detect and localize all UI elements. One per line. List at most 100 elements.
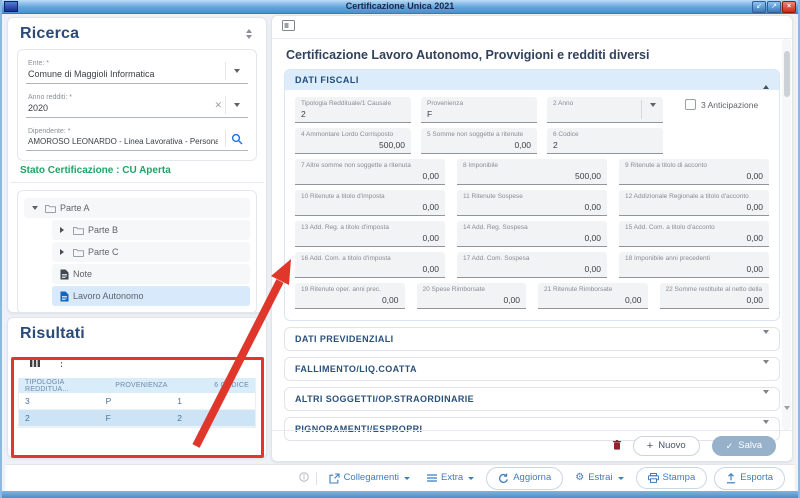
fiscal-field-tipologia-reddituale-1-causale[interactable]: Tipologia Reddituale/1 Causale2 — [295, 97, 411, 123]
check-icon: ✓ — [726, 442, 734, 451]
window-close-icon[interactable]: × — [782, 1, 796, 13]
esporta-button[interactable]: Esporta — [714, 467, 785, 490]
fiscal-field-10-ritenute-a-titolo-d-imposta[interactable]: 10 Ritenute a titolo d'imposta0,00 — [295, 190, 445, 216]
extra-button[interactable]: Extra — [422, 470, 479, 486]
caret-right-icon[interactable] — [60, 249, 73, 255]
tree-item-lavoro-autonomo[interactable]: Lavoro Autonomo — [52, 286, 250, 306]
ente-field[interactable]: Ente: * Comune di Maggioli Informatica — [26, 57, 248, 84]
chevron-down-icon[interactable] — [650, 107, 656, 123]
field-value: 0,00 — [666, 295, 764, 305]
menu-lines-icon — [427, 474, 437, 482]
fiscal-field-22-somme-restituite-al-netto-della-rite[interactable]: 22 Somme restituite al netto della rite.… — [660, 283, 770, 309]
column-header[interactable]: PROVENIENZA — [106, 382, 178, 389]
section-dati-previdenziali[interactable]: DATI PREVIDENZIALI — [284, 327, 780, 351]
chevron-down-icon[interactable] — [763, 334, 769, 344]
tree-item-note[interactable]: Note — [52, 264, 250, 284]
fiscal-field-provenienza[interactable]: ProvenienzaF — [421, 97, 537, 123]
fiscal-field-9-ritenute-a-titolo-di-acconto[interactable]: 9 Ritenute a titolo di acconto0,00 — [619, 159, 769, 185]
external-link-icon — [329, 473, 340, 484]
field-value: 0,00 — [301, 295, 399, 305]
dipendente-value: AMOROSO LEONARDO - Linea Lavorativa - Pe… — [28, 137, 218, 146]
dati-fiscali-header[interactable]: DATI FISCALI — [285, 70, 779, 90]
document-icon — [60, 291, 69, 302]
fiscal-field-18-imponibile-anni-precedenti[interactable]: 18 Imponibile anni precedenti0,00 — [619, 252, 769, 278]
field-value: F — [427, 109, 531, 119]
fiscal-field-12-addizionale-regionale-a-titolo-d-acconto[interactable]: 12 Addizionale Regionale a titolo d'acco… — [619, 190, 769, 216]
clear-icon[interactable]: ✕ — [214, 101, 222, 110]
fiscal-field-20-spese-rimborsate[interactable]: 20 Spese Rimborsate0,00 — [417, 283, 527, 309]
fiscal-field-17-add-com-sospesa[interactable]: 17 Add. Com. Sospesa0,00 — [457, 252, 607, 278]
scroll-down-icon[interactable] — [784, 410, 790, 428]
table-row[interactable]: 2F2 — [19, 410, 255, 427]
anno-redditi-field[interactable]: Anno redditi: * 2020 ✕ — [26, 91, 248, 118]
fiscal-field-row: 7 Altre somme non soggette a ritenuta0,0… — [295, 159, 769, 185]
field-label: 16 Add. Com. a titolo d'imposta — [301, 255, 439, 262]
fiscal-field-11-ritenute-sospese[interactable]: 11 Ritenute Sospese0,00 — [457, 190, 607, 216]
fiscal-field-13-add-reg-a-titolo-d-imposta[interactable]: 13 Add. Reg. a titolo d'imposta0,00 — [295, 221, 445, 247]
collegamenti-button[interactable]: Collegamenti — [324, 470, 415, 487]
chevron-down-icon[interactable] — [225, 62, 248, 80]
delete-icon[interactable] — [613, 437, 621, 455]
nuovo-button[interactable]: + Nuovo — [633, 436, 700, 456]
field-value: 2 — [301, 109, 405, 119]
chevron-down-icon — [468, 477, 474, 480]
salva-button[interactable]: ✓ Salva — [712, 436, 776, 456]
risultati-title: Risultati — [20, 325, 85, 343]
scrollbar-thumb[interactable] — [784, 51, 790, 97]
fiscal-field-4-ammontare-lordo-corrisposto[interactable]: 4 Ammontare Lordo Corrisposto500,00 — [295, 128, 411, 154]
search-icon[interactable] — [225, 130, 248, 147]
field-label: 5 Somme non soggette a ritenute — [427, 131, 531, 138]
tree-item-parte-a[interactable]: Parte A — [24, 198, 250, 218]
chevron-down-icon[interactable] — [763, 394, 769, 404]
fiscal-field-5-somme-non-soggette-a-ritenute[interactable]: 5 Somme non soggette a ritenute0,00 — [421, 128, 537, 154]
chevron-down-icon[interactable] — [225, 96, 248, 114]
vertical-scrollbar[interactable] — [782, 39, 791, 430]
fiscal-field-6-codice[interactable]: 6 Codice2 — [547, 128, 663, 154]
caret-down-icon[interactable] — [32, 206, 45, 210]
fiscal-field-14-add-reg-sospesa[interactable]: 14 Add. Reg. Sospesa0,00 — [457, 221, 607, 247]
window-restore-icon[interactable]: ↙ — [752, 1, 766, 13]
column-header[interactable]: 6 CODICE — [177, 382, 249, 389]
fiscal-field-19-ritenute-oper-anni-prec[interactable]: 19 Ritenute oper. anni prec. 0,00 — [295, 283, 405, 309]
field-label: 14 Add. Reg. Sospesa — [463, 224, 601, 231]
checkbox-icon[interactable] — [685, 99, 696, 110]
tree-item-parte-c[interactable]: Parte C — [52, 242, 250, 262]
fiscal-field-2-anno[interactable]: 2 Anno — [547, 97, 663, 123]
field-value: 0,00 — [423, 295, 521, 305]
fiscal-field-21-ritenute-rimborsate[interactable]: 21 Ritenute Rimborsate0,00 — [538, 283, 648, 309]
tree-item-label: Parte B — [88, 225, 118, 235]
column-header[interactable]: TIPOLOGIA REDDITUA... — [25, 379, 106, 393]
field-label: 19 Ritenute oper. anni prec. — [301, 286, 399, 293]
kebab-menu-icon[interactable]: ⋮ — [56, 358, 67, 369]
checkbox-label: 3 Anticipazione — [701, 100, 758, 110]
dati-fiscali-body: Tipologia Reddituale/1 Causale2 Provenien… — [285, 90, 779, 320]
fiscal-field-16-add-com-a-titolo-d-imposta[interactable]: 16 Add. Com. a titolo d'imposta0,00 — [295, 252, 445, 278]
collapse-panel-icon[interactable] — [282, 18, 295, 36]
field-value: 500,00 — [463, 171, 601, 181]
chevron-up-icon[interactable] — [763, 75, 769, 85]
estrai-button[interactable]: ⚙ Estrai — [570, 470, 628, 486]
fiscal-field-row: 10 Ritenute a titolo d'imposta0,00 11 Rit… — [295, 190, 769, 216]
dipendente-field[interactable]: Dipendente: * AMOROSO LEONARDO - Linea L… — [26, 125, 248, 151]
table-row[interactable]: 3P1 — [19, 393, 255, 410]
tree-item-parte-b[interactable]: Parte B — [52, 220, 250, 240]
fiscal-field-7-altre-somme-non-soggette-a-ritenuta[interactable]: 7 Altre somme non soggette a ritenuta0,0… — [295, 159, 445, 185]
info-icon[interactable] — [299, 469, 309, 487]
tree-item-label: Parte C — [88, 247, 119, 257]
app-window: Certificazione Unica 2021 ↙ ↗ × Ricerca … — [0, 0, 800, 498]
chevron-down-icon[interactable] — [763, 364, 769, 374]
fiscal-field-15-add-com-a-titolo-d-acconto[interactable]: 15 Add. Com. a titolo d'acconto0,00 — [619, 221, 769, 247]
fiscal-field-8-imponibile[interactable]: 8 Imponibile500,00 — [457, 159, 607, 185]
aggiorna-button[interactable]: Aggiorna — [486, 467, 563, 490]
refresh-icon — [498, 473, 509, 484]
stampa-button[interactable]: Stampa — [636, 467, 708, 489]
table-cell: P — [106, 396, 178, 406]
anticipazione-checkbox-field[interactable]: 3 Anticipazione — [673, 99, 769, 110]
sort-icon[interactable] — [246, 29, 254, 39]
window-maximize-icon[interactable]: ↗ — [767, 1, 781, 13]
field-label: 21 Ritenute Rimborsate — [544, 286, 642, 293]
columns-icon[interactable] — [30, 354, 40, 372]
section-altri-soggetti-op-straordinarie[interactable]: ALTRI SOGGETTI/OP.STRAORDINARIE — [284, 387, 780, 411]
caret-right-icon[interactable] — [60, 227, 73, 233]
section-fallimento-liq-coatta[interactable]: FALLIMENTO/LIQ.COATTA — [284, 357, 780, 381]
